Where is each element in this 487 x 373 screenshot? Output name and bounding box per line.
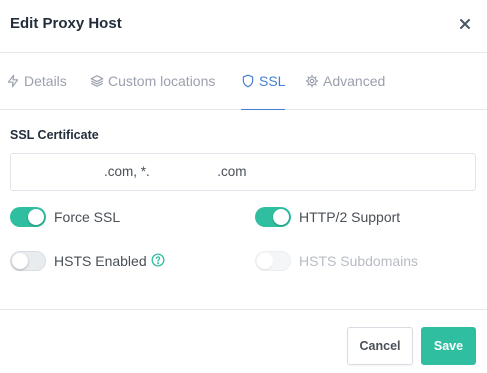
hsts-subdomains-label: HSTS Subdomains [299, 253, 419, 269]
force-ssl-toggle[interactable] [10, 207, 46, 227]
tab-advanced-label: Advanced [323, 73, 386, 89]
shield-icon [242, 74, 254, 88]
toggle-knob [273, 209, 289, 225]
toggle-knob [28, 209, 44, 225]
hsts-enabled-toggle[interactable] [10, 251, 46, 271]
close-icon [460, 19, 470, 29]
ssl-certificate-label: SSL Certificate [10, 128, 99, 142]
toggle-knob [12, 253, 28, 269]
tab-custom-locations[interactable]: Custom locations [90, 53, 215, 109]
http2-support-toggle[interactable] [255, 207, 291, 227]
layers-icon [90, 75, 104, 87]
ssl-certificate-select[interactable]: .com, *. .com [10, 153, 476, 191]
http2-support-row: HTTP/2 Support [255, 207, 400, 227]
hsts-subdomains-row: HSTS Subdomains [255, 251, 418, 271]
cancel-button[interactable]: Cancel [347, 327, 413, 365]
force-ssl-row: Force SSL [10, 207, 120, 227]
save-button[interactable]: Save [421, 327, 476, 365]
force-ssl-label: Force SSL [54, 209, 121, 225]
gear-icon [305, 74, 319, 88]
modal-header: Edit Proxy Host [0, 0, 487, 53]
hsts-enabled-label: HSTS Enabled [54, 253, 147, 269]
tab-advanced[interactable]: Advanced [305, 53, 385, 109]
hsts-subdomains-toggle[interactable] [255, 251, 291, 271]
tab-ssl[interactable]: SSL [241, 53, 286, 110]
help-circle-icon[interactable] [151, 253, 165, 270]
tab-details-label: Details [24, 73, 67, 89]
tab-details[interactable]: Details [6, 53, 67, 109]
tab-ssl-label: SSL [259, 73, 286, 89]
hsts-enabled-row: HSTS Enabled [10, 251, 165, 271]
modal-footer: Cancel Save [0, 309, 487, 373]
tab-custom-locations-label: Custom locations [108, 73, 216, 89]
close-button[interactable] [455, 14, 475, 34]
bolt-icon [7, 74, 19, 88]
tab-bar: Details Custom locations SSL Advanced [0, 53, 487, 110]
http2-support-label: HTTP/2 Support [299, 209, 401, 225]
ssl-certificate-value: .com, *. .com [104, 164, 247, 179]
toggle-knob [257, 253, 273, 269]
modal-title: Edit Proxy Host [10, 15, 122, 32]
